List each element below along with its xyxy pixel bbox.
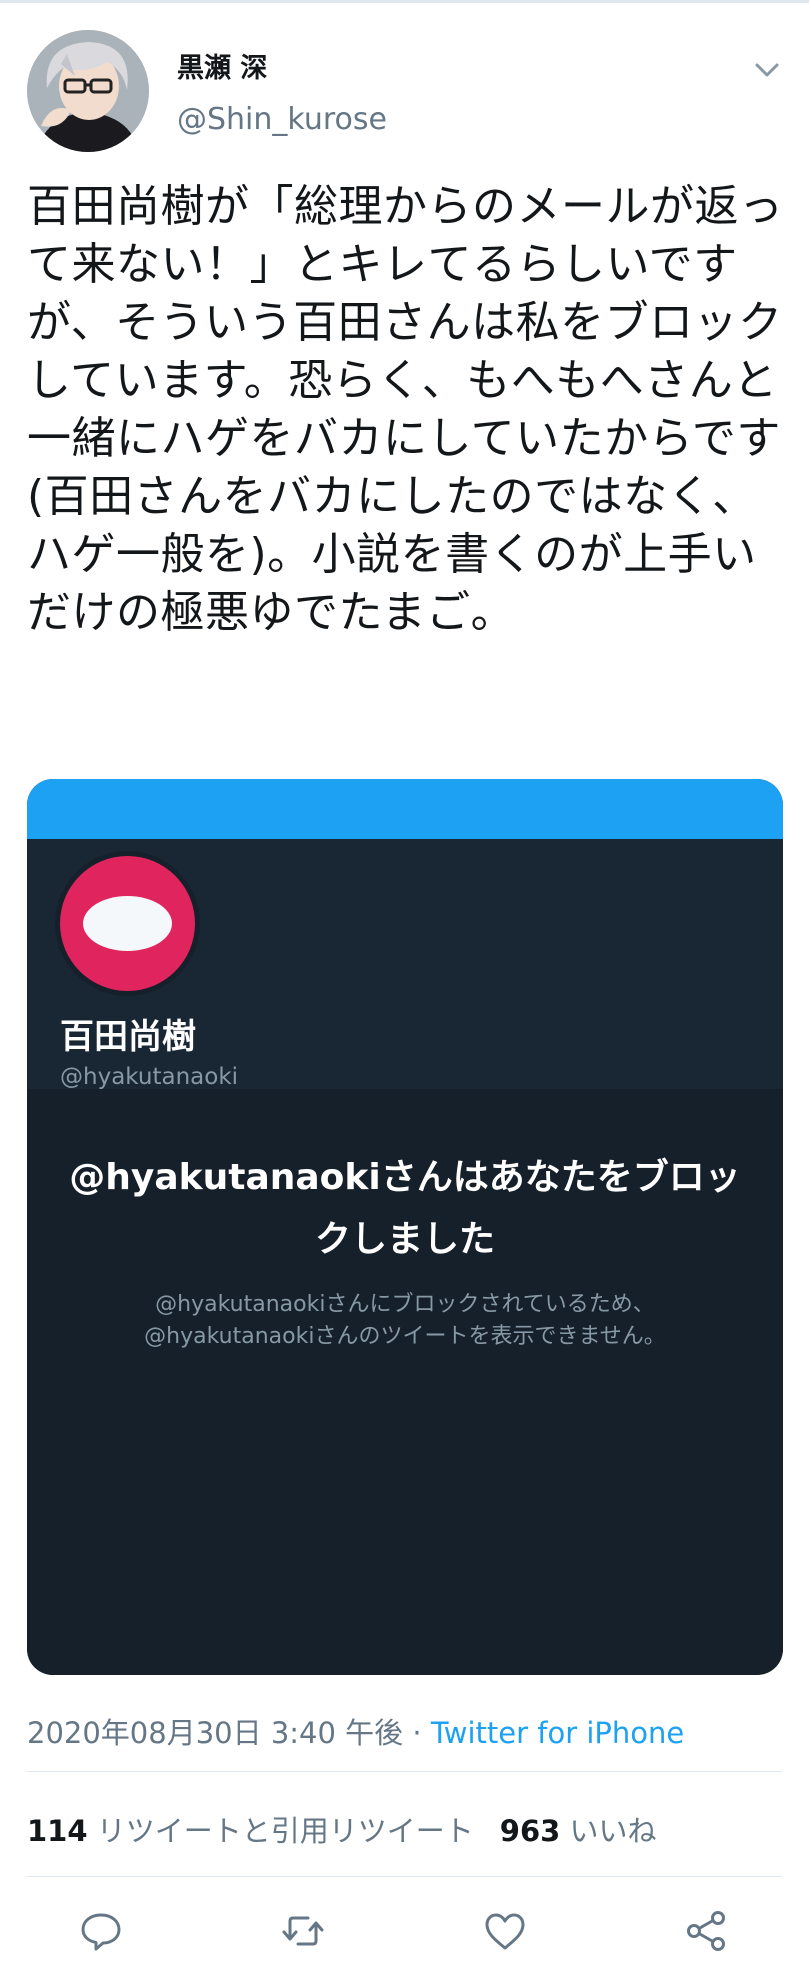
profile-header: 百田尚樹 @hyakutanaoki (27, 839, 783, 1090)
meta-separator: · (403, 1716, 431, 1750)
blocked-title: @hyakutanaokiさんはあなたをブロックしました (69, 1157, 741, 1260)
blocked-description-line-1: @hyakutanaokiさんにブロックされているため、 (155, 1292, 655, 1317)
like-icon[interactable] (482, 1908, 528, 1954)
reply-icon[interactable] (78, 1908, 124, 1954)
divider (27, 1771, 782, 1772)
tweet-source-link[interactable]: Twitter for iPhone (431, 1716, 684, 1750)
top-divider (0, 0, 809, 3)
tweet-stats: 114 リツイートと引用リツイート 963 いいね (27, 1808, 657, 1850)
retweets-count: 114 (27, 1814, 88, 1848)
likes-stat[interactable]: 963 いいね (500, 1814, 657, 1848)
blocked-notice: @hyakutanaokiさんはあなたをブロックしました @hyakutanao… (27, 1089, 783, 1675)
retweet-icon[interactable] (280, 1908, 326, 1954)
retweets-stat[interactable]: 114 リツイートと引用リツイート (27, 1814, 474, 1848)
user-handle[interactable]: @Shin_kurose (177, 102, 387, 137)
likes-count: 963 (499, 1814, 561, 1848)
card-avatar (55, 851, 200, 996)
divider (27, 1876, 782, 1877)
timestamp[interactable]: 2020年08月30日 3:40 午後 (27, 1716, 403, 1750)
avatar-illustration (27, 30, 149, 152)
likes-label: いいね (569, 1814, 657, 1848)
retweets-label: リツイートと引用リツイート (96, 1814, 474, 1848)
blocked-description-line-2: @hyakutanaokiさんのツイートを表示できません。 (144, 1324, 666, 1349)
action-bar (0, 1900, 809, 1960)
tweet-text: 百田尚樹が「総理からのメールが返って来ない！」とキレてるらしいですが、そういう百… (27, 181, 784, 638)
share-icon[interactable] (683, 1908, 729, 1954)
embedded-profile-card[interactable]: 百田尚樹 @hyakutanaoki @hyakutanaokiさんはあなたをブ… (27, 779, 783, 1675)
display-name[interactable]: 黒瀬 深 (177, 46, 267, 85)
profile-banner (27, 779, 783, 839)
tweet-meta: 2020年08月30日 3:40 午後 · Twitter for iPhone (27, 1710, 684, 1752)
card-profile-handle: @hyakutanaoki (60, 1064, 239, 1090)
tweet-header: 黒瀬 深 @Shin_kurose (27, 30, 787, 155)
blocked-description: @hyakutanaokiさんにブロックされているため、 @hyakutanao… (67, 1289, 743, 1353)
avatar[interactable] (27, 30, 149, 152)
card-profile-name: 百田尚樹 (60, 1017, 196, 1057)
chevron-down-icon[interactable] (747, 50, 787, 90)
